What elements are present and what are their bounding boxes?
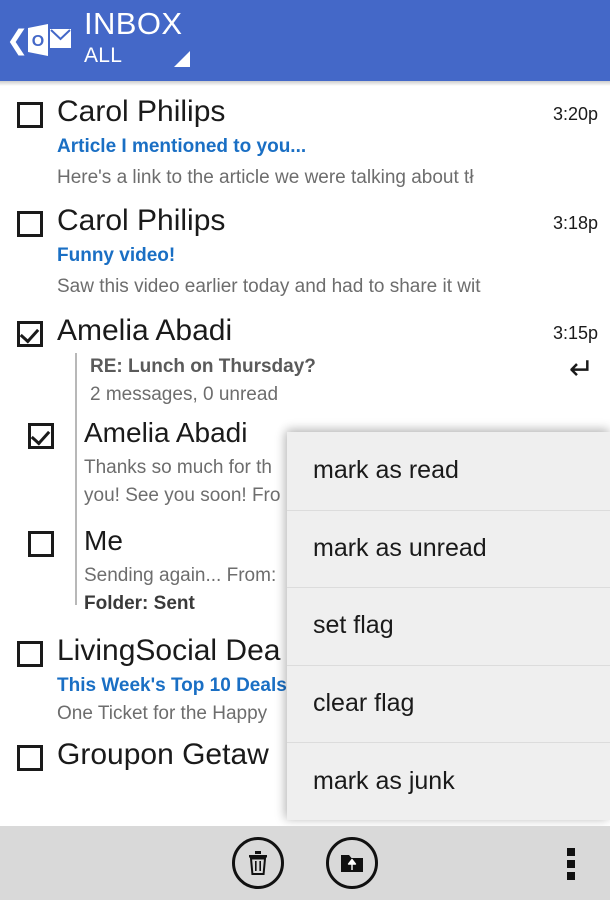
message-checkbox[interactable] bbox=[28, 423, 54, 449]
overflow-menu-icon[interactable] bbox=[567, 848, 575, 880]
menu-item-clear-flag[interactable]: clear flag bbox=[287, 665, 610, 743]
overflow-dot bbox=[567, 872, 575, 880]
list-item[interactable]: Carol Philips 3:20p Article I mentioned … bbox=[0, 86, 610, 197]
message-sender: Amelia Abadi bbox=[57, 314, 232, 348]
message-preview: Thanks so much for th bbox=[84, 455, 272, 481]
header-title-block: INBOX ALL bbox=[84, 4, 190, 70]
reply-arrow-icon[interactable]: ↵ bbox=[569, 355, 594, 385]
app-header: ❮ O INBOX ALL bbox=[0, 0, 610, 81]
message-checkbox[interactable] bbox=[17, 211, 43, 237]
svg-text:O: O bbox=[32, 33, 44, 50]
message-preview: Sending again... From: bbox=[84, 563, 276, 589]
thread-count: 2 messages, 0 unread bbox=[90, 382, 278, 408]
message-checkbox[interactable] bbox=[28, 531, 54, 557]
message-checkbox[interactable] bbox=[17, 745, 43, 771]
message-preview: Saw this video earlier today and had to … bbox=[57, 274, 481, 300]
trash-icon bbox=[246, 850, 270, 876]
message-preview: One Ticket for the Happy bbox=[57, 701, 267, 727]
message-subject: Funny video! bbox=[57, 243, 175, 269]
message-subject: This Week's Top 10 Deals bbox=[57, 673, 287, 699]
menu-item-set-flag[interactable]: set flag bbox=[287, 587, 610, 665]
message-preview-line2: you! See you soon! Fro bbox=[84, 483, 280, 509]
bottom-toolbar bbox=[0, 826, 610, 900]
message-sender: Groupon Getaw bbox=[57, 738, 269, 772]
message-time: 3:15p bbox=[553, 321, 598, 345]
filter-label: ALL bbox=[84, 42, 122, 70]
back-chevron-icon[interactable]: ❮ bbox=[6, 26, 24, 54]
overflow-dot bbox=[567, 860, 575, 868]
message-sender: Carol Philips bbox=[57, 95, 225, 129]
move-to-folder-icon bbox=[339, 851, 365, 875]
list-item-thread[interactable]: Amelia Abadi 3:15p ↵ RE: Lunch on Thursd… bbox=[0, 307, 610, 411]
message-time: 3:20p bbox=[553, 102, 598, 126]
menu-item-mark-as-junk[interactable]: mark as junk bbox=[287, 742, 610, 820]
message-time: 3:18p bbox=[553, 211, 598, 235]
message-subject: Article I mentioned to you... bbox=[57, 134, 306, 160]
message-sender: Carol Philips bbox=[57, 204, 225, 238]
context-menu[interactable]: mark as read mark as unread set flag cle… bbox=[287, 432, 610, 820]
message-checkbox[interactable] bbox=[17, 321, 43, 347]
message-sender: Amelia Abadi bbox=[84, 416, 247, 450]
message-checkbox[interactable] bbox=[17, 641, 43, 667]
thread-subject: RE: Lunch on Thursday? bbox=[90, 354, 316, 380]
message-sender: Me bbox=[84, 524, 123, 558]
menu-item-mark-as-unread[interactable]: mark as unread bbox=[287, 510, 610, 588]
filter-selector[interactable]: ALL bbox=[84, 42, 190, 70]
message-checkbox[interactable] bbox=[17, 102, 43, 128]
delete-button[interactable] bbox=[232, 837, 284, 889]
filter-triangle-icon bbox=[174, 51, 190, 67]
message-sender: LivingSocial Dea bbox=[57, 634, 280, 668]
menu-item-mark-as-read[interactable]: mark as read bbox=[287, 432, 610, 510]
message-folder: Folder: Sent bbox=[84, 591, 195, 617]
overflow-dot bbox=[567, 848, 575, 856]
outlook-logo-icon: O bbox=[26, 20, 74, 60]
outlook-inbox-screen: ❮ O INBOX ALL Carol Philips 3:20p Articl… bbox=[0, 0, 610, 900]
page-title: INBOX bbox=[84, 4, 190, 44]
move-to-folder-button[interactable] bbox=[326, 837, 378, 889]
list-item[interactable]: Carol Philips 3:18p Funny video! Saw thi… bbox=[0, 197, 610, 307]
message-preview: Here's a link to the article we were tal… bbox=[57, 165, 474, 191]
